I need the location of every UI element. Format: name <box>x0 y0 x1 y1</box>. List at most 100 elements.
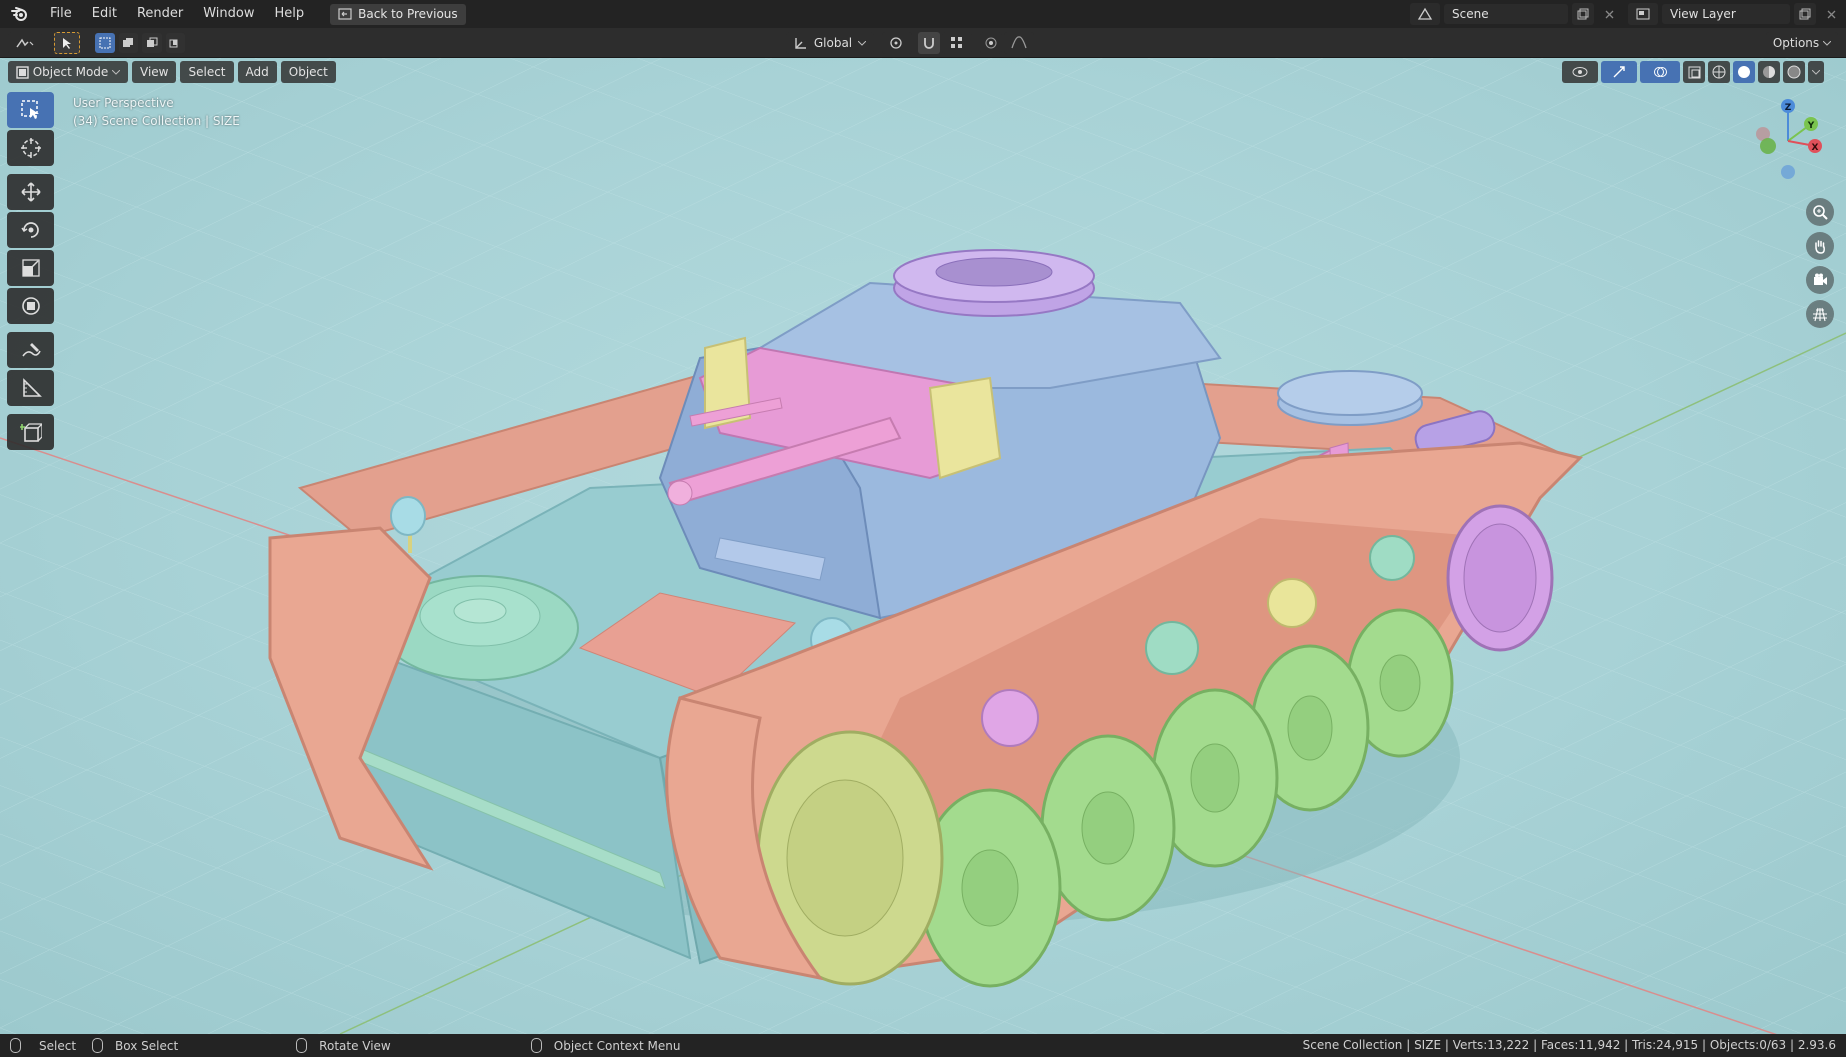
3d-viewport[interactable]: Object Mode View Select Add Object User … <box>0 58 1846 1034</box>
gizmo-neg-y <box>1760 138 1776 154</box>
select-menu[interactable]: Select <box>180 61 234 83</box>
transform-orientation-dropdown[interactable]: Global <box>786 32 874 54</box>
menu-window[interactable]: Window <box>193 0 264 28</box>
viewport-header: Object Mode View Select Add Object <box>8 60 336 84</box>
orientation-label: Global <box>813 36 853 50</box>
gun-muzzle <box>667 480 693 506</box>
gizmo-z-label: Z <box>1785 103 1792 113</box>
mode-extend-icon[interactable] <box>118 33 138 53</box>
snap-target-icon[interactable] <box>942 32 972 54</box>
status-box-select: Box Select <box>92 1038 178 1053</box>
measure-icon <box>22 378 42 397</box>
rotate-tool[interactable] <box>7 212 54 248</box>
menu-edit[interactable]: Edit <box>82 0 127 28</box>
cursor-tool[interactable] <box>7 130 54 166</box>
navigation-gizmo[interactable]: Z Y X <box>1743 96 1833 196</box>
snap-toggle-icon[interactable] <box>918 32 940 54</box>
material-shading-icon[interactable] <box>1758 61 1780 83</box>
object-mode-dropdown[interactable]: Object Mode <box>8 61 128 83</box>
view-layer-field[interactable]: View Layer <box>1662 4 1790 24</box>
shading-options-icon[interactable] <box>1808 61 1824 83</box>
object-menu[interactable]: Object <box>280 61 336 83</box>
commander-cupola <box>893 249 1095 317</box>
mouse-left-icon <box>10 1038 21 1053</box>
mode-subtract-icon[interactable] <box>142 33 162 53</box>
pan-hand-icon[interactable] <box>1806 232 1834 260</box>
scene-statistics: Scene Collection | SIZE | Verts:13,222 |… <box>1302 1038 1836 1052</box>
status-rotate-view: Rotate View <box>296 1038 391 1053</box>
top-menu-bar: File Edit Render Window Help Back to Pre… <box>0 0 1846 28</box>
status-rotate-view-label: Rotate View <box>319 1038 391 1053</box>
viewport-scene <box>0 58 1846 1034</box>
scale-icon <box>21 259 40 277</box>
rendered-shading-icon[interactable] <box>1783 61 1805 83</box>
close-view-layer-icon[interactable] <box>1820 3 1842 25</box>
mouse-drag-icon <box>92 1038 104 1053</box>
proportional-falloff-icon[interactable] <box>1004 32 1034 54</box>
scene-icon[interactable] <box>1410 3 1440 25</box>
object-mode-label: Object Mode <box>32 65 109 79</box>
measure-tool[interactable] <box>7 370 54 406</box>
options-label: Options <box>1772 36 1820 50</box>
scene-name-field[interactable]: Scene <box>1444 4 1568 24</box>
new-view-layer-icon[interactable] <box>1794 3 1816 25</box>
select-box-tool[interactable] <box>7 92 54 128</box>
status-bar: Select Box Select Rotate View Object Con… <box>0 1034 1846 1057</box>
viewport-shading-controls <box>1562 60 1824 84</box>
move-icon <box>20 182 41 202</box>
menu-file[interactable]: File <box>40 0 82 28</box>
blender-logo-icon[interactable] <box>0 0 40 28</box>
overlays-toggle-icon[interactable] <box>1640 61 1680 83</box>
mode-intersect-icon[interactable] <box>165 33 185 53</box>
camera-view-icon[interactable] <box>1806 266 1834 294</box>
options-dropdown[interactable]: Options <box>1766 32 1838 54</box>
mouse-middle-icon <box>296 1038 308 1053</box>
wireframe-shading-icon[interactable] <box>1708 61 1730 83</box>
transform-icon <box>21 297 40 315</box>
back-to-previous-button[interactable]: Back to Previous <box>330 3 466 25</box>
chevron-down-icon <box>858 40 867 46</box>
pivot-point-icon[interactable] <box>882 32 912 54</box>
annotate-tool[interactable] <box>7 332 54 368</box>
back-icon <box>338 8 352 20</box>
scene-selector: Scene View Layer <box>1410 3 1842 25</box>
annotate-icon <box>21 343 41 357</box>
mode-new-icon[interactable] <box>95 33 115 53</box>
new-scene-icon[interactable] <box>1572 3 1594 25</box>
ortho-toggle-icon[interactable] <box>1806 300 1834 328</box>
status-box-select-label: Box Select <box>115 1038 179 1053</box>
select-tool-icon[interactable] <box>54 32 80 54</box>
back-label: Back to Previous <box>358 7 458 21</box>
xray-toggle-icon[interactable] <box>1683 61 1705 83</box>
move-tool[interactable] <box>7 174 54 210</box>
zoom-icon[interactable] <box>1806 198 1834 226</box>
chevron-down-icon <box>112 69 120 75</box>
view-menu[interactable]: View <box>132 61 177 83</box>
proportional-edit-icon[interactable] <box>980 32 1002 54</box>
add-cube-icon <box>19 423 42 442</box>
menu-render[interactable]: Render <box>127 0 193 28</box>
gizmo-neg-z <box>1781 165 1795 179</box>
add-menu[interactable]: Add <box>237 61 277 83</box>
status-select: Select <box>10 1038 76 1053</box>
gizmo-x-label: X <box>1812 143 1819 153</box>
transform-tool[interactable] <box>7 288 54 324</box>
add-cube-tool[interactable] <box>7 414 54 450</box>
cursor-icon <box>20 138 41 158</box>
status-context-menu-label: Object Context Menu <box>553 1038 681 1053</box>
rotate-icon <box>20 222 39 238</box>
view-layer-icon[interactable] <box>1628 3 1658 25</box>
close-scene-icon[interactable] <box>1598 3 1620 25</box>
mouse-right-icon <box>530 1038 542 1053</box>
chevron-down-icon <box>1823 40 1832 46</box>
status-context-menu: Object Context Menu <box>530 1038 681 1053</box>
orientation-icon <box>795 38 806 49</box>
tool-header: Global Options <box>0 28 1846 58</box>
gizmo-y-label: Y <box>1807 121 1815 131</box>
menu-help[interactable]: Help <box>265 0 315 28</box>
gizmo-toggle-icon[interactable] <box>1601 61 1637 83</box>
solid-shading-icon[interactable] <box>1733 61 1755 83</box>
scale-tool[interactable] <box>7 250 54 286</box>
editor-type-icon[interactable] <box>8 32 42 54</box>
visibility-icon[interactable] <box>1562 61 1598 83</box>
